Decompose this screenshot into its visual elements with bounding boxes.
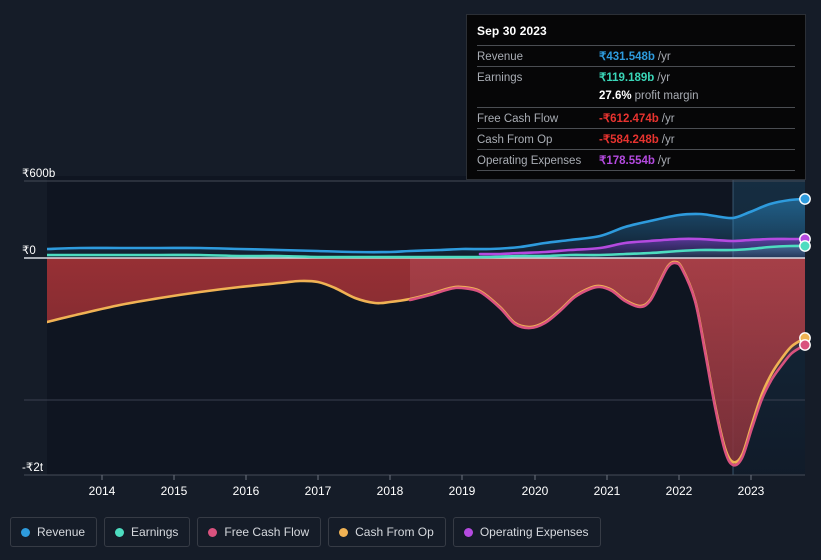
- tooltip-row-label: Revenue: [477, 50, 524, 63]
- data-tooltip: Sep 30 2023 Revenue ₹431.548b/yr Earnings ₹…: [466, 14, 806, 180]
- tooltip-row-value: 27.6%: [599, 89, 632, 102]
- x-axis-tick-label: 2023: [737, 484, 765, 498]
- x-axis-tick-label: 2015: [160, 484, 188, 498]
- tooltip-row-label: Operating Expenses: [477, 154, 582, 167]
- endpoint-marker: [799, 193, 811, 205]
- legend-color-dot-icon: [208, 527, 218, 537]
- tooltip-row-value-group: ₹178.554b/yr: [599, 153, 671, 167]
- x-axis-ticks: [101, 475, 752, 480]
- x-axis-tick-label: 2016: [232, 484, 260, 498]
- tooltip-row-label: Cash From Op: [477, 133, 553, 146]
- tooltip-row: 27.6% profit margin: [477, 87, 795, 107]
- tooltip-row: Free Cash Flow -₹612.474b/yr: [477, 107, 795, 128]
- legend-item-earnings[interactable]: Earnings: [104, 517, 191, 547]
- tooltip-footer-rule: [477, 170, 795, 174]
- tooltip-row-value: ₹431.548b: [599, 50, 655, 63]
- legend-item-label: Earnings: [131, 525, 179, 539]
- tooltip-row: Revenue ₹431.548b/yr: [477, 45, 795, 66]
- tooltip-row: Earnings ₹119.189b/yr: [477, 66, 795, 87]
- tooltip-row-value: -₹584.248b: [599, 133, 659, 146]
- tooltip-row-value: ₹178.554b: [599, 154, 655, 167]
- tooltip-row-unit: /yr: [661, 112, 675, 125]
- tooltip-date: Sep 30 2023: [477, 24, 547, 38]
- legend-item-label: Revenue: [37, 525, 86, 539]
- legend-item-label: Operating Expenses: [479, 525, 589, 539]
- endpoint-marker: [799, 339, 811, 351]
- y-axis-tick-label: ₹600b: [22, 168, 56, 180]
- legend-item-label: Cash From Op: [355, 525, 434, 539]
- chart-legend: Revenue Earnings Free Cash Flow Cash From O…: [10, 517, 601, 547]
- y-axis-tick-label: ₹0: [22, 245, 36, 257]
- x-axis-tick-label: 2019: [448, 484, 476, 498]
- tooltip-row-value: ₹119.189b: [599, 71, 655, 84]
- legend-color-dot-icon: [339, 527, 349, 537]
- x-axis-tick-label: 2017: [304, 484, 332, 498]
- tooltip-rows: Revenue ₹431.548b/yr Earnings ₹119.189b/yr 2…: [477, 45, 795, 170]
- tooltip-row-value-group: ₹119.189b/yr: [599, 70, 670, 84]
- legend-item-free-cash-flow[interactable]: Free Cash Flow: [197, 517, 322, 547]
- legend-color-dot-icon: [463, 527, 473, 537]
- tooltip-row-value-group: -₹584.248b/yr: [599, 132, 675, 146]
- tooltip-row-value: -₹612.474b: [599, 112, 659, 125]
- tooltip-row-value-group: 27.6% profit margin: [599, 90, 699, 102]
- x-axis-tick-label: 2014: [88, 484, 116, 498]
- legend-item-label: Free Cash Flow: [224, 525, 310, 539]
- legend-item-operating-expenses[interactable]: Operating Expenses: [452, 517, 601, 547]
- tooltip-row: Operating Expenses ₹178.554b/yr: [477, 149, 795, 170]
- tooltip-row-label: Free Cash Flow: [477, 112, 559, 125]
- legend-color-dot-icon: [21, 527, 30, 537]
- x-axis-tick-label: 2020: [521, 484, 549, 498]
- x-axis-tick-label: 2021: [593, 484, 621, 498]
- tooltip-row-unit: /yr: [657, 154, 671, 167]
- tooltip-row: Cash From Op -₹584.248b/yr: [477, 128, 795, 149]
- tooltip-row-unit: /yr: [657, 50, 671, 63]
- legend-color-dot-icon: [115, 527, 125, 537]
- tooltip-row-unit: /yr: [661, 133, 675, 146]
- tooltip-row-unit: /yr: [657, 71, 671, 84]
- legend-item-revenue[interactable]: Revenue: [10, 517, 98, 547]
- x-axis-tick-label: 2018: [376, 484, 404, 498]
- x-axis-tick-label: 2022: [665, 484, 693, 498]
- endpoint-marker: [799, 240, 811, 252]
- y-axis-tick-label: -₹2t: [22, 462, 44, 474]
- tooltip-row-value-group: ₹431.548b/yr: [599, 49, 671, 63]
- tooltip-row-value-group: -₹612.474b/yr: [599, 111, 675, 125]
- financial-chart: ₹600b ₹0 -₹2t 2014 2015 2016 2017 2018 2019 2020…: [0, 0, 821, 560]
- tooltip-row-unit: profit margin: [634, 89, 699, 102]
- legend-item-cash-from-op[interactable]: Cash From Op: [328, 517, 446, 547]
- tooltip-row-label: Earnings: [477, 71, 523, 84]
